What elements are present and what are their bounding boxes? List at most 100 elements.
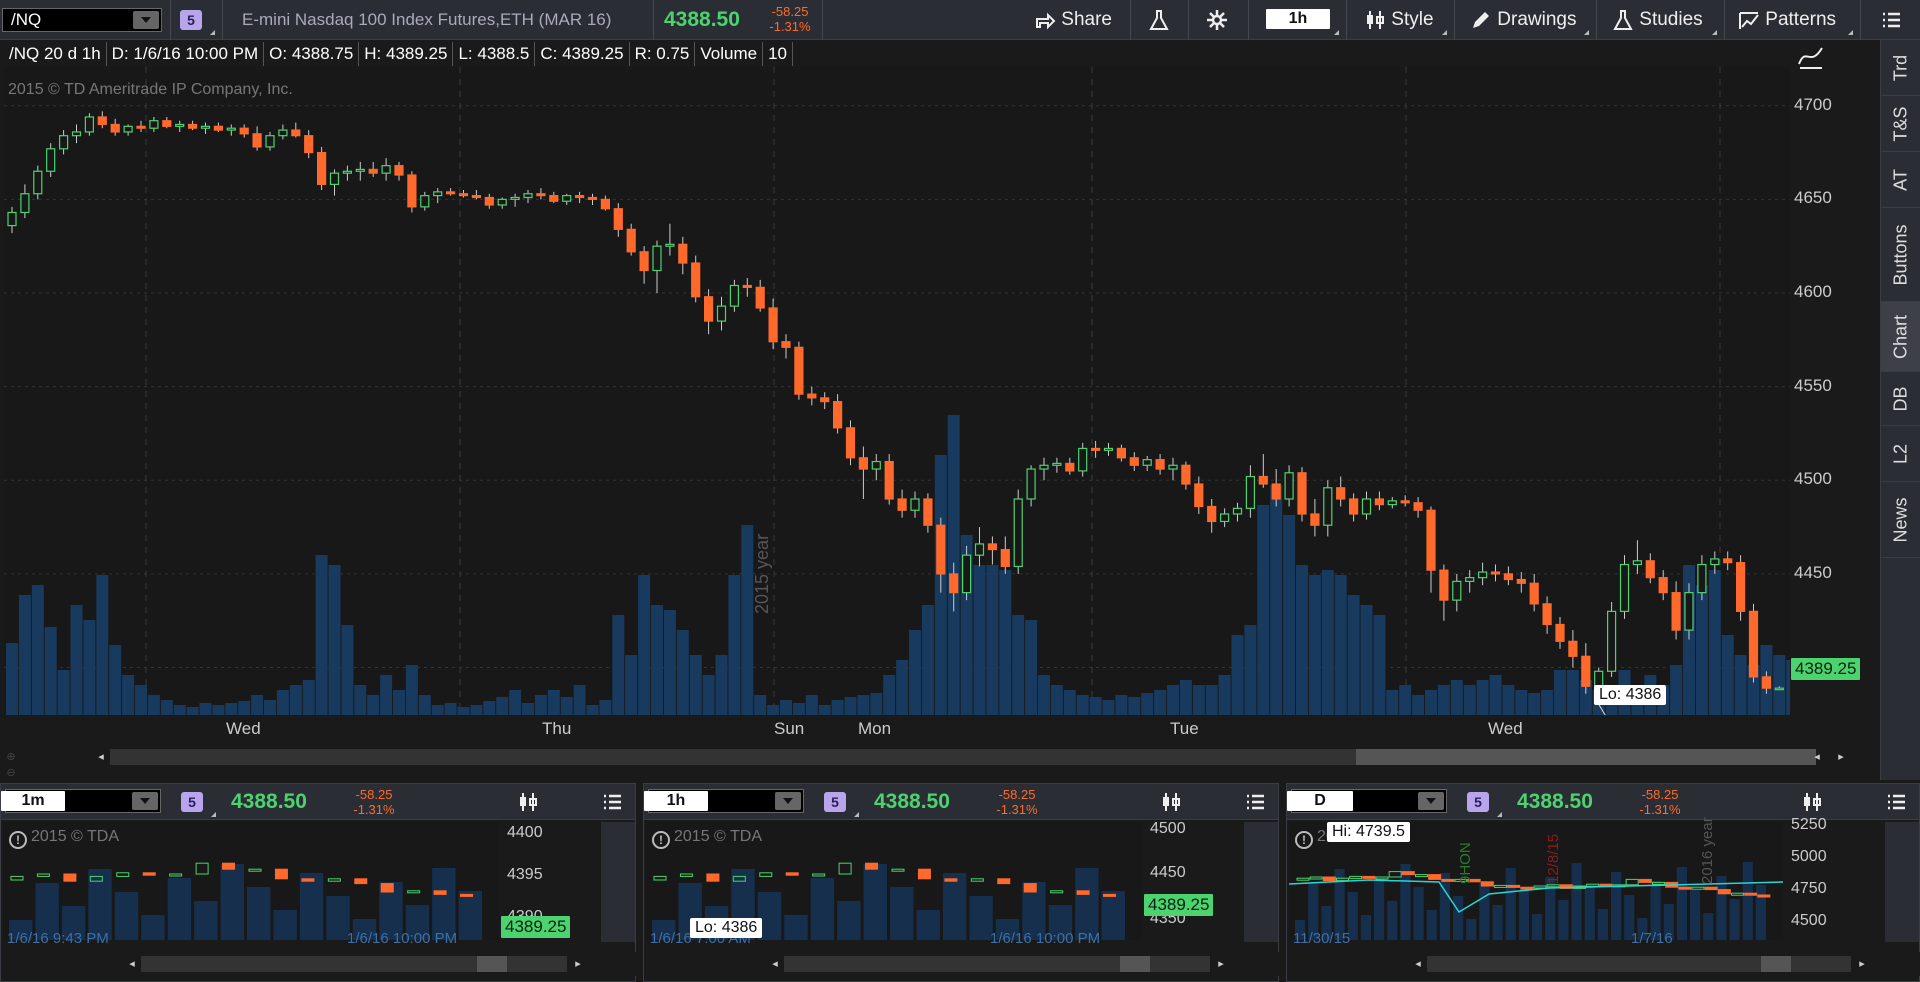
pane-link-group-badge[interactable]: 5 [181, 792, 203, 812]
chevron-down-icon[interactable] [1418, 792, 1444, 810]
pane-link-group-badge[interactable]: 5 [824, 792, 846, 812]
pane-scrollbar[interactable] [1427, 956, 1851, 972]
pane-scrollbar-thumb[interactable] [1761, 956, 1791, 972]
right-sidebar: Trd T&S AT Buttons Chart DB L2 News [1880, 40, 1920, 780]
volume-bar [896, 660, 909, 715]
scroll-left-end-icon[interactable]: ◂ [125, 956, 139, 972]
pane-volume-bar [247, 887, 271, 940]
candle-body [1400, 500, 1410, 504]
pane-volume-bar [1532, 914, 1543, 940]
pane-scrollbar-thumb[interactable] [1120, 956, 1150, 972]
candle-body [355, 168, 365, 172]
scroll-left-icon[interactable]: ◂ [1810, 749, 1824, 765]
candle-body [639, 251, 649, 272]
pane-volume-bar [1703, 913, 1714, 940]
candle-body [1735, 562, 1746, 612]
pane-net-change-percent: -1.31% [996, 802, 1038, 817]
pane-scrollbar-thumb[interactable] [477, 956, 507, 972]
candle-body [497, 198, 507, 206]
chevron-down-icon[interactable] [133, 11, 159, 29]
chevron-down-icon[interactable] [132, 792, 158, 810]
candles-icon[interactable] [1801, 791, 1823, 813]
candle-body [239, 127, 249, 135]
volume-bar [1347, 595, 1360, 715]
main-scrollbar-thumb[interactable] [1356, 749, 1816, 765]
scroll-left-end-icon[interactable]: ◂ [1411, 956, 1425, 972]
volume-bar [689, 655, 702, 715]
volume-bar [1192, 685, 1205, 715]
candle-body [1697, 563, 1707, 594]
candles-icon[interactable] [517, 791, 539, 813]
scroll-right-icon[interactable]: ▸ [1834, 749, 1848, 765]
pane-link-group-badge[interactable]: 5 [1467, 792, 1489, 812]
pane-price-tag: 4389.25 [1144, 894, 1214, 916]
pane-timeframe-selector[interactable]: 1m [1, 791, 65, 811]
chart-mode-icon[interactable] [1796, 42, 1826, 72]
pane-scrollbar[interactable] [784, 956, 1210, 972]
experiment-button[interactable] [1148, 0, 1170, 40]
pane-volume-bar [1690, 890, 1701, 940]
sidebar-tab-ts[interactable]: T&S [1881, 96, 1920, 152]
main-scrollbar[interactable] [110, 749, 1816, 765]
candle-body [1503, 573, 1514, 581]
scroll-right-icon[interactable]: ▸ [1214, 956, 1228, 972]
candle-body [897, 498, 907, 511]
scroll-left-end-icon[interactable]: ◂ [94, 749, 108, 765]
timeframe-selector[interactable]: 1h [1266, 9, 1330, 29]
warning-icon[interactable]: ! [652, 831, 670, 849]
warning-icon[interactable]: ! [9, 831, 27, 849]
volume-bar [870, 693, 883, 715]
candle-body [1490, 571, 1501, 575]
candles-icon[interactable] [1160, 791, 1182, 813]
sidebar-tab-chart[interactable]: Chart [1881, 302, 1920, 372]
pane-scrollbar[interactable] [141, 956, 567, 972]
pane-timeframe-selector[interactable]: 1h [644, 791, 708, 811]
pane-end-date: 1/6/16 10:00 PM [347, 930, 458, 947]
patterns-button[interactable]: Patterns [1738, 0, 1836, 40]
settings-button[interactable] [1206, 0, 1228, 40]
sidebar-tab-news[interactable]: News [1881, 482, 1920, 558]
candle-body [665, 243, 675, 247]
candle-body [574, 195, 585, 199]
scroll-left-end-icon[interactable]: ◂ [768, 956, 782, 972]
sidebar-tab-buttons[interactable]: Buttons [1881, 208, 1920, 302]
volume-bar [199, 703, 212, 715]
studies-button[interactable]: Studies [1612, 0, 1703, 40]
style-button[interactable]: Style [1364, 0, 1434, 40]
pane-timeframe-selector[interactable]: D [1287, 791, 1353, 811]
list-menu-icon[interactable] [1885, 791, 1907, 813]
volume-bar [380, 675, 393, 715]
pane-price-tag: 4389.25 [501, 916, 571, 938]
scroll-right-icon[interactable]: ▸ [1855, 956, 1869, 972]
volume-value: 10 [763, 42, 793, 66]
low-callout: Lo: 4386 [1594, 685, 1667, 705]
scroll-right-icon[interactable]: ▸ [571, 956, 585, 972]
link-group-badge[interactable]: 5 [180, 10, 202, 30]
chevron-down-icon[interactable] [775, 792, 801, 810]
candle-body [949, 573, 959, 594]
candle-body [97, 116, 107, 126]
pane-candle [1428, 874, 1442, 880]
sidebar-tab-at[interactable]: AT [1881, 152, 1920, 208]
sidebar-tab-l2[interactable]: L2 [1881, 426, 1920, 482]
zoom-icons[interactable]: ⊕ ⊖ ⊖ [4, 749, 18, 795]
pane-candle [142, 872, 156, 876]
pane-candle [1757, 894, 1771, 898]
list-menu-icon[interactable] [1244, 791, 1266, 813]
pane-volume-bar [1558, 900, 1569, 940]
sidebar-tab-db[interactable]: DB [1881, 372, 1920, 426]
warning-icon[interactable]: ! [1295, 831, 1313, 849]
pane-net-change: -58.25 [998, 787, 1036, 802]
pane-volume-bar [1597, 909, 1608, 940]
main-price-chart[interactable] [4, 67, 1790, 715]
candle-body [407, 174, 417, 208]
symbol-selector[interactable]: /NQ [2, 8, 162, 32]
volume-bar [1502, 685, 1515, 715]
drawings-button[interactable]: Drawings [1470, 0, 1576, 40]
bar-close: C: 4389.25 [535, 42, 630, 66]
menu-button[interactable] [1880, 0, 1902, 40]
list-menu-icon[interactable] [601, 791, 623, 813]
share-button[interactable]: Share [1034, 0, 1112, 40]
sidebar-tab-trd[interactable]: Trd [1881, 40, 1920, 96]
candle-body [987, 543, 998, 551]
